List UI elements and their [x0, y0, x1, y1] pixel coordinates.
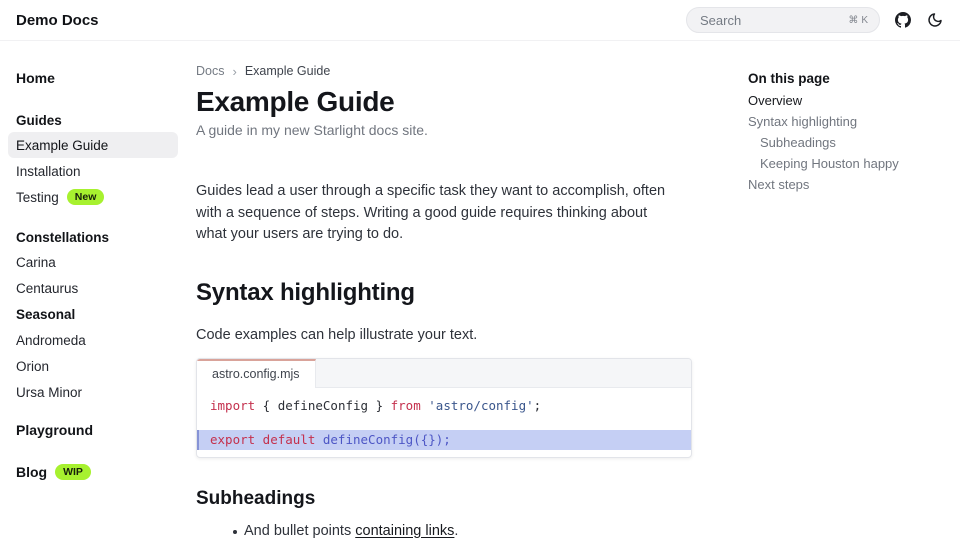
intro-paragraph: Guides lead a user through a specific ta… [196, 181, 676, 246]
sidebar-item-ursa-minor[interactable]: Ursa Minor [8, 379, 178, 405]
code-token-plain: ; [534, 398, 542, 413]
code-token-function: defineConfig({}); [315, 432, 450, 447]
sidebar-item-installation[interactable]: Installation [8, 158, 178, 184]
containing-links-link[interactable]: containing links [355, 523, 454, 539]
section-intro-text: Code examples can help illustrate your t… [196, 325, 702, 346]
code-line-2 [197, 416, 691, 430]
sidebar-item-orion[interactable]: Orion [8, 353, 178, 379]
page-subtitle: A guide in my new Starlight docs site. [196, 120, 702, 140]
sidebar-item-blog[interactable]: Blog WIP [8, 462, 178, 482]
toc-item-subheadings[interactable]: Subheadings [748, 132, 960, 153]
sidebar-item-centaurus[interactable]: Centaurus [8, 275, 178, 301]
sidebar-item-example-guide[interactable]: Example Guide [8, 132, 178, 158]
main-content: Docs › Example Guide Example Guide A gui… [186, 41, 722, 540]
toc-list: Overview Syntax highlighting Subheadings… [748, 90, 960, 195]
sidebar-item-label: Carina [16, 255, 56, 270]
sidebar-item-seasonal[interactable]: Seasonal [8, 301, 178, 327]
toc-item-keeping-houston-happy[interactable]: Keeping Houston happy [748, 153, 960, 174]
command-key-icon: ⌘ [848, 15, 859, 26]
bullet-text: And bullet points [244, 523, 355, 539]
sidebar-item-carina[interactable]: Carina [8, 249, 178, 275]
sidebar-group-constellations: Constellations [8, 227, 178, 247]
sidebar-item-label: Example Guide [16, 138, 108, 153]
sidebar-item-label: Centaurus [16, 281, 78, 296]
code-token-keyword: export default [210, 432, 315, 447]
sidebar-item-label: Ursa Minor [16, 385, 82, 400]
subsection-heading-subheadings: Subheadings [196, 486, 702, 512]
breadcrumb: Docs › Example Guide [196, 63, 702, 79]
breadcrumb-current: Example Guide [245, 64, 330, 78]
code-token-plain: { defineConfig } [255, 398, 390, 413]
breadcrumb-docs[interactable]: Docs [196, 64, 224, 78]
sidebar-item-playground[interactable]: Playground [8, 420, 178, 440]
sidebar-item-label: Installation [16, 164, 81, 179]
toc-item-next-steps[interactable]: Next steps [748, 174, 960, 195]
sidebar-item-label: Andromeda [16, 333, 86, 348]
sidebar-item-label: Orion [16, 359, 49, 374]
theme-toggle-moon-icon[interactable] [926, 11, 944, 29]
search-input[interactable]: Search ⌘ K [686, 7, 880, 33]
site-title[interactable]: Demo Docs [16, 12, 99, 29]
site-header: Demo Docs Search ⌘ K [0, 0, 960, 41]
sidebar-item-label: Seasonal [16, 307, 75, 322]
chevron-right-icon: › [232, 64, 236, 79]
toc-item-overview[interactable]: Overview [748, 90, 960, 111]
sidebar-group-constellations-items: Carina Centaurus Seasonal Andromeda Orio… [8, 249, 178, 405]
bullet-list: And bullet points containing links. [196, 521, 702, 540]
sidebar-group-guides-items: Example Guide Installation Testing New [8, 132, 178, 210]
page-layout: Home Guides Example Guide Installation T… [0, 41, 960, 540]
sidebar-item-home[interactable]: Home [8, 68, 178, 88]
code-token-keyword: import [210, 398, 255, 413]
code-block: astro.config.mjs import { defineConfig }… [196, 358, 692, 458]
code-tab-astro-config[interactable]: astro.config.mjs [197, 359, 316, 388]
shortcut-key: K [861, 15, 869, 26]
code-token-keyword: from [391, 398, 421, 413]
section-heading-syntax-highlighting: Syntax highlighting [196, 278, 702, 308]
sidebar-item-andromeda[interactable]: Andromeda [8, 327, 178, 353]
wip-badge: WIP [55, 464, 91, 481]
sidebar-item-testing[interactable]: Testing New [8, 184, 178, 210]
page-title: Example Guide [196, 85, 702, 119]
list-item: And bullet points containing links. [196, 521, 702, 540]
code-tab-bar: astro.config.mjs [197, 359, 691, 388]
header-actions: Search ⌘ K [686, 7, 944, 33]
sidebar-item-label: Blog [16, 464, 47, 480]
bullet-text-suffix: . [454, 523, 458, 539]
code-line-3-highlighted: export default defineConfig({}); [197, 430, 691, 450]
sidebar-item-label: Testing [16, 190, 59, 205]
code-token-string: 'astro/config' [428, 398, 533, 413]
table-of-contents: On this page Overview Syntax highlightin… [722, 41, 960, 540]
code-line-1: import { defineConfig } from 'astro/conf… [197, 396, 691, 416]
sidebar-group-guides: Guides [8, 110, 178, 130]
code-body: import { defineConfig } from 'astro/conf… [197, 388, 691, 457]
new-badge: New [67, 189, 105, 206]
github-icon[interactable] [894, 11, 912, 29]
toc-title: On this page [748, 68, 960, 88]
toc-item-syntax-highlighting[interactable]: Syntax highlighting [748, 111, 960, 132]
search-placeholder: Search [700, 13, 741, 28]
search-shortcut: ⌘ K [848, 15, 869, 26]
sidebar-nav: Home Guides Example Guide Installation T… [0, 41, 186, 540]
